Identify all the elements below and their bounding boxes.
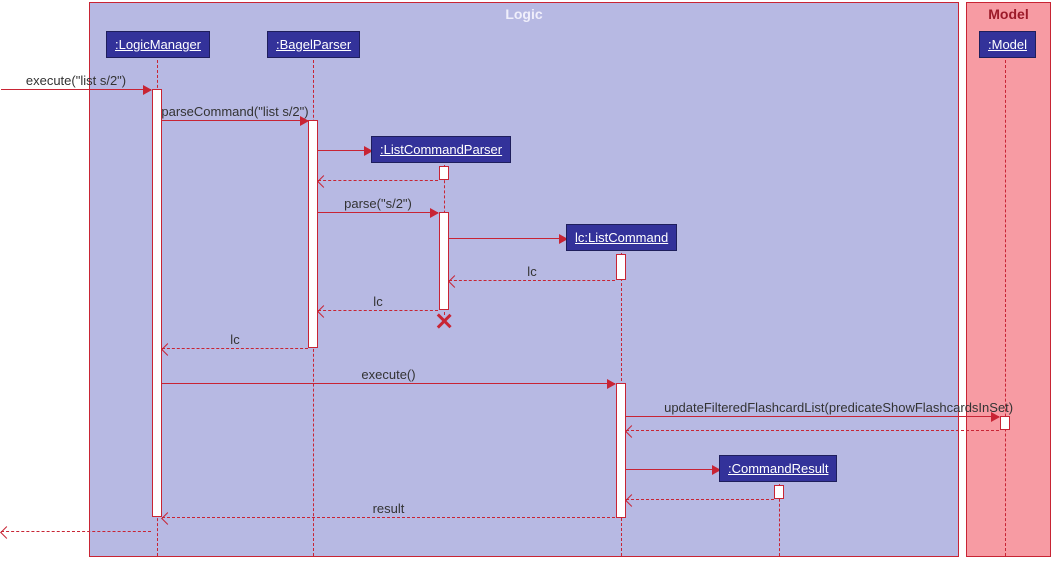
ret-create-cmdresult [626,499,774,500]
frame-model: Model [966,2,1051,557]
act-list-command-parser-1 [439,166,449,180]
ret-lc-3-label: lc [230,332,239,347]
ret-lc-2-label: lc [373,294,382,309]
act-bagel-parser [308,120,318,348]
arrowhead-icon [607,379,616,389]
arrowhead-open-icon [0,526,13,539]
msg-parse-s2: parse("s/2") [318,212,438,213]
arrowhead-icon [991,412,1000,422]
act-list-command-2 [616,383,626,518]
act-model [1000,416,1010,430]
act-command-result [774,485,784,499]
frame-logic-label: Logic [505,6,542,22]
msg-parse-command: parseCommand("list s/2") [162,120,308,121]
obj-logic-manager: :LogicManager [106,31,210,58]
destroy-icon [435,312,453,330]
act-logic-manager [152,89,162,517]
msg-create-cmdresult [626,469,720,470]
ret-lc-1: lc [449,280,615,281]
ret-final [1,531,151,532]
obj-list-command: lc:ListCommand [566,224,677,251]
obj-model: :Model [979,31,1036,58]
msg-create-lc [449,238,567,239]
act-list-command-parser-2 [439,212,449,310]
ret-create-lcparser [318,180,438,181]
frame-model-label: Model [988,6,1028,22]
msg-parse-s2-label: parse("s/2") [344,196,412,211]
msg-parse-command-label: parseCommand("list s/2") [161,104,308,119]
arrowhead-icon [300,116,309,126]
msg-execute-list: execute("list s/2") [1,89,151,90]
obj-command-result: :CommandResult [719,455,837,482]
msg-execute: execute() [162,383,615,384]
ret-lc-2: lc [318,310,438,311]
ret-update-filtered [626,430,999,431]
lifeline-model [1005,60,1006,556]
msg-update-filtered-label: updateFilteredFlashcardList(predicateSho… [664,400,1013,415]
obj-bagel-parser: :BagelParser [267,31,360,58]
act-list-command-1 [616,254,626,280]
msg-update-filtered: updateFilteredFlashcardList(predicateSho… [626,416,999,417]
arrowhead-icon [143,85,152,95]
ret-result-label: result [373,501,405,516]
ret-result: result [162,517,615,518]
obj-list-command-parser: :ListCommandParser [371,136,511,163]
msg-execute-label: execute() [361,367,415,382]
ret-lc-1-label: lc [527,264,536,279]
ret-lc-3: lc [162,348,308,349]
msg-execute-list-label: execute("list s/2") [26,73,126,88]
msg-create-lcparser [318,150,372,151]
arrowhead-icon [430,208,439,218]
